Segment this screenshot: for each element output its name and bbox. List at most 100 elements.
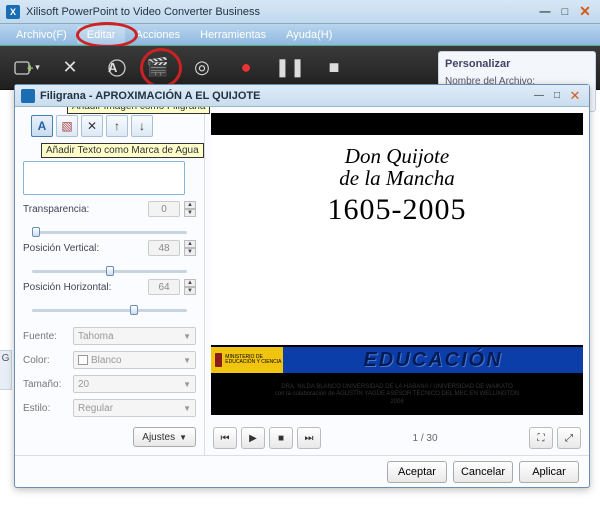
tooltip-text-watermark: Añadir Texto como Marca de Agua xyxy=(41,143,204,158)
left-tab[interactable]: G xyxy=(0,350,12,390)
pos-v-value: 48 xyxy=(148,240,180,256)
credit-year: 2006 xyxy=(211,399,583,407)
apply-button[interactable]: Aplicar xyxy=(519,461,579,483)
chevron-down-icon: ▼ xyxy=(179,433,187,442)
slide-years: 1605-2005 xyxy=(328,193,467,227)
menu-editar[interactable]: Editar xyxy=(77,26,126,44)
add-image-watermark-button[interactable]: ▧ xyxy=(56,115,78,137)
svg-text:A: A xyxy=(108,60,118,75)
color-label: Color: xyxy=(23,355,67,366)
color-combo[interactable]: Blanco ▼ xyxy=(73,351,196,369)
dialog-minimize-button[interactable]: — xyxy=(531,90,547,102)
dialog-maximize-button[interactable]: □ xyxy=(549,90,565,102)
dialog-footer: Aceptar Cancelar Aplicar xyxy=(15,455,589,487)
minimize-button[interactable]: — xyxy=(536,5,554,19)
chevron-down-icon: ▼ xyxy=(183,404,191,413)
educacion-block: EDUCACIÓN xyxy=(283,347,583,373)
dialog-icon xyxy=(21,89,35,103)
slide-preview-panel: Don Quijote de la Mancha 1605-2005 MINIS… xyxy=(205,107,589,455)
slide-content: Don Quijote de la Mancha 1605-2005 xyxy=(211,135,583,345)
chevron-down-icon: ▼ xyxy=(183,380,191,389)
player-controls: ⏮ ▶ ■ ⏭ 1 / 30 ⛶ ⤢ xyxy=(205,421,589,455)
ministry-block: MINISTERIO DE EDUCACIÓN Y CIENCIA xyxy=(211,347,283,373)
settings-button[interactable]: Ajustes▼ xyxy=(133,427,196,447)
close-button[interactable]: ✕ xyxy=(576,5,594,19)
last-slide-button[interactable]: ⏭ xyxy=(297,427,321,449)
watermark-settings-panel: Añadir Imagen como Filigrana A ▧ ✕ ↑ ↓ A… xyxy=(15,107,205,455)
tooltip-image-watermark: Añadir Imagen como Filigrana xyxy=(67,107,210,114)
credit-line-2: con la colaboración de AGUSTÍN YAGÜE ASE… xyxy=(211,391,583,399)
add-button[interactable]: + ▾ xyxy=(10,52,42,84)
watermark-button[interactable]: A xyxy=(98,52,130,84)
watermark-toolbar: Añadir Imagen como Filigrana A ▧ ✕ ↑ ↓ A… xyxy=(31,115,196,137)
pos-v-slider[interactable] xyxy=(23,264,196,273)
size-combo[interactable]: 20 ▼ xyxy=(73,375,196,393)
font-label: Fuente: xyxy=(23,331,67,342)
pos-h-spin[interactable]: ▲▼ xyxy=(184,279,196,295)
app-title: Xilisoft PowerPoint to Video Converter B… xyxy=(26,6,534,18)
transparency-spin[interactable]: ▲▼ xyxy=(184,201,196,217)
dialog-title: Filigrana - APROXIMACIÓN A EL QUIJOTE xyxy=(40,90,529,102)
menu-ayuda[interactable]: Ayuda(H) xyxy=(276,26,342,44)
delete-watermark-button[interactable]: ✕ xyxy=(81,115,103,137)
pos-h-slider[interactable] xyxy=(23,303,196,312)
educacion-text: EDUCACIÓN xyxy=(363,349,502,372)
slide-title-1: Don Quijote xyxy=(345,145,449,167)
svg-text:+: + xyxy=(27,63,33,75)
menu-acciones[interactable]: Acciones xyxy=(125,26,190,44)
first-slide-button[interactable]: ⏮ xyxy=(213,427,237,449)
accept-button[interactable]: Aceptar xyxy=(387,461,447,483)
pos-h-label: Posición Horizontal: xyxy=(23,282,144,293)
transparency-label: Transparencia: xyxy=(23,204,144,215)
dialog-titlebar: Filigrana - APROXIMACIÓN A EL QUIJOTE — … xyxy=(15,85,589,107)
slide-area: Don Quijote de la Mancha 1605-2005 MINIS… xyxy=(211,113,583,415)
filigrana-dialog: Filigrana - APROXIMACIÓN A EL QUIJOTE — … xyxy=(14,84,590,488)
record-button[interactable]: ● xyxy=(230,52,262,84)
zoom-button[interactable]: ⛶ xyxy=(529,427,553,449)
color-value: Blanco xyxy=(91,355,122,366)
personalize-title: Personalizar xyxy=(445,58,589,70)
play-button[interactable]: ▶ xyxy=(241,427,265,449)
menu-archivo[interactable]: Archivo(F) xyxy=(6,26,77,44)
remove-button[interactable]: ✕ xyxy=(54,52,86,84)
style-value: Regular xyxy=(78,403,113,414)
style-combo[interactable]: Regular ▼ xyxy=(73,399,196,417)
pos-v-label: Posición Vertical: xyxy=(23,243,144,254)
menubar: Archivo(F) Editar Acciones Herramientas … xyxy=(0,24,600,46)
stop-button[interactable]: ■ xyxy=(318,52,350,84)
dropdown-icon: ▾ xyxy=(35,62,40,73)
main-titlebar: X Xilisoft PowerPoint to Video Converter… xyxy=(0,0,600,24)
slide-credits: DRA. NILDA BLANCO UNIVERSIDAD DE LA HABA… xyxy=(211,384,583,407)
size-label: Tamaño: xyxy=(23,379,67,390)
menu-herramientas[interactable]: Herramientas xyxy=(190,26,276,44)
cancel-button[interactable]: Cancelar xyxy=(453,461,513,483)
pause-button[interactable]: ❚❚ xyxy=(274,52,306,84)
transparency-value: 0 xyxy=(148,201,180,217)
app-icon: X xyxy=(6,5,20,19)
pos-h-value: 64 xyxy=(148,279,180,295)
chevron-down-icon: ▼ xyxy=(183,332,191,341)
color-chip xyxy=(78,355,88,365)
crest-icon xyxy=(215,353,222,367)
fullscreen-button[interactable]: ⤢ xyxy=(557,427,581,449)
ministry-text: MINISTERIO DE EDUCACIÓN Y CIENCIA xyxy=(225,355,283,365)
slide-title-2: de la Mancha xyxy=(339,167,454,189)
disc-button[interactable]: ◎ xyxy=(186,52,218,84)
stop-slide-button[interactable]: ■ xyxy=(269,427,293,449)
pos-v-spin[interactable]: ▲▼ xyxy=(184,240,196,256)
watermark-preview xyxy=(23,161,185,195)
font-combo[interactable]: Tahoma ▼ xyxy=(73,327,196,345)
size-value: 20 xyxy=(78,379,89,390)
add-text-watermark-button[interactable]: A xyxy=(31,115,53,137)
maximize-button[interactable]: □ xyxy=(556,5,574,19)
move-down-button[interactable]: ↓ xyxy=(131,115,153,137)
chevron-down-icon: ▼ xyxy=(183,356,191,365)
move-up-button[interactable]: ↑ xyxy=(106,115,128,137)
style-label: Estilo: xyxy=(23,403,67,414)
transparency-slider[interactable] xyxy=(23,225,196,234)
page-indicator: 1 / 30 xyxy=(325,433,525,444)
edu-banner: MINISTERIO DE EDUCACIÓN Y CIENCIA EDUCAC… xyxy=(211,347,583,373)
font-value: Tahoma xyxy=(78,331,114,342)
clip-button[interactable]: 🎬 xyxy=(142,52,174,84)
dialog-close-button[interactable]: ✕ xyxy=(567,90,583,102)
